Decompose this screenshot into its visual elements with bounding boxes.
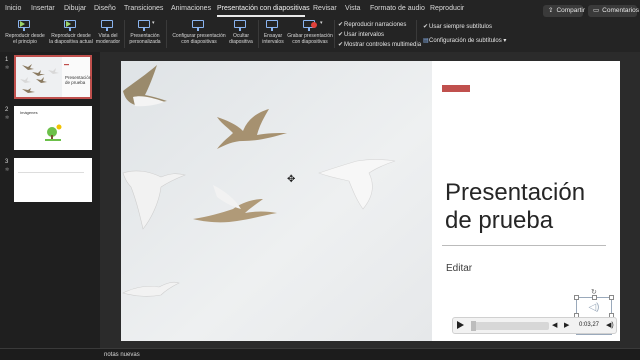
tab-inicio[interactable]: Inicio [5,5,21,12]
play-from-start-label-2: el principio [13,39,37,45]
setup-show-button[interactable]: Configurar presentación con diapositivas [170,18,228,45]
tab-dibujar[interactable]: Dibujar [64,5,86,12]
media-controls: ◀ ▶ 0:03,27 ◀) [452,317,617,334]
rehearse-icon [264,19,282,33]
tab-animaciones[interactable]: Animaciones [171,5,211,12]
share-label: Compartir [556,7,585,14]
presenter-view-button[interactable]: Vista del moderador [94,18,122,45]
ribbon-separator [416,20,417,48]
thumbnail-title: Imágenes [20,110,38,115]
play-from-start-icon [16,19,34,33]
always-subtitles-label: Usar siempre subtítulos [429,24,493,30]
birds-photo [121,61,432,341]
play-from-current-label-2: la diapositiva actual [49,39,93,45]
custom-show-icon: ▾ [136,19,155,33]
slide-title[interactable]: Presentación de prueba [445,179,615,235]
record-button[interactable]: ▾ Grabar presentación con diapositivas [286,18,334,45]
tab-reproducir[interactable]: Reproducir [430,5,464,12]
tab-vista[interactable]: Vista [345,5,360,12]
volume-icon[interactable]: ◀) [606,321,614,329]
tab-insertar[interactable]: Insertar [31,5,55,12]
play-icon[interactable] [457,321,464,329]
ribbon-separator [334,20,335,48]
comments-button[interactable]: ▭ Comentarios [588,5,640,17]
thumb-number-1: 1 [5,57,9,63]
setup-show-icon [190,19,208,33]
presenter-view-label-2: moderador [95,39,121,45]
menu-bar: Inicio Insertar Dibujar Diseño Transicio… [0,0,640,18]
chevron-down-icon: ▾ [503,38,507,44]
active-tab-underline [217,15,305,17]
thumbnail-title-line [18,172,84,173]
show-media-controls-checkbox[interactable]: ✔Mostrar controles multimedia [338,41,421,48]
share-icon: ⇪ [548,7,554,14]
move-cursor-icon: ✥ [287,174,296,185]
media-time: 0:03,27 [579,322,600,328]
resize-handle[interactable] [609,295,614,300]
notes-placeholder: notas nuevas [104,352,140,358]
current-slide[interactable]: Presentación de prueba Editar [121,61,620,341]
use-timings-checkbox[interactable]: ✔Usar intervalos [338,31,384,38]
play-from-current-button[interactable]: Reproducir desde la diapositiva actual [47,18,95,45]
transition-star-icon: ✲ [5,115,10,121]
tab-formato-audio[interactable]: Formato de audio [370,5,425,12]
setup-show-label-2: con diapositivas [181,39,217,45]
slide-title-line-1: Presentación [445,179,586,206]
slide-title-line-2: de prueba [445,207,554,234]
use-timings-label: Usar intervalos [344,32,385,38]
rehearse-label-2: intervalos [262,39,284,45]
presenter-view-icon [99,19,117,33]
subtitle-settings-label: Configuración de subtítulos [429,38,502,44]
resize-handle[interactable] [574,295,579,300]
record-label-2: con diapositivas [292,39,328,45]
thumbnail-slide-1[interactable]: Presentación de prueba [14,55,92,99]
thumbnail-title: Presentación de prueba [65,75,92,85]
tab-transiciones[interactable]: Transiciones [124,5,163,12]
comments-label: Comentarios [602,7,640,14]
thumb-number-2: 2 [5,107,9,113]
skip-forward-icon[interactable]: ▶ [564,321,569,329]
transition-star-icon: ✲ [5,167,10,173]
custom-show-button[interactable]: ▾ Presentación personalizada [126,18,164,45]
comment-icon: ▭ [593,7,600,14]
hide-slide-label-2: diapositiva [229,39,253,45]
rehearse-button[interactable]: Ensayar intervalos [260,18,286,45]
ribbon-separator [258,20,259,48]
custom-show-label-2: personalizada [129,39,161,45]
hide-slide-icon [232,19,250,33]
media-progress-knob[interactable] [471,321,476,331]
accent-bar [442,85,470,92]
transition-star-icon: ✲ [5,65,10,71]
record-icon: ▾ [301,19,323,33]
always-subtitles-checkbox[interactable]: ✔Usar siempre subtítulos [423,23,492,30]
play-narrations-checkbox[interactable]: ✔Reproducir narraciones [338,21,406,28]
play-narrations-label: Reproducir narraciones [344,22,407,28]
speaker-icon: ◁) [588,302,600,313]
play-from-current-icon [62,19,80,33]
ribbon-separator [166,20,167,48]
notes-pane[interactable]: notas nuevas [0,348,640,360]
resize-handle[interactable] [592,295,597,300]
tab-revisar[interactable]: Revisar [313,5,337,12]
thumb-number-3: 3 [5,159,9,165]
thumbnail-slide-3[interactable] [14,158,92,202]
show-media-controls-label: Mostrar controles multimedia [344,42,422,48]
hide-slide-button[interactable]: Ocultar diapositiva [227,18,255,45]
play-from-start-button[interactable]: Reproducir desde el principio [3,18,47,45]
thumbnail-tree-image [45,124,62,141]
tab-diseno[interactable]: Diseño [94,5,116,12]
title-divider [442,245,606,246]
ribbon-separator [124,20,125,48]
thumbnail-slide-2[interactable]: Imágenes [14,106,92,150]
share-button[interactable]: ⇪ Compartir [543,5,585,17]
slide-subtitle[interactable]: Editar [446,263,472,274]
subtitle-settings-button[interactable]: ▤Configuración de subtítulos ▾ [423,37,506,44]
tab-presentacion[interactable]: Presentación con diapositivas [217,5,310,12]
ribbon: Reproducir desde el principio Reproducir… [0,18,640,52]
media-progress-bar[interactable] [471,322,549,330]
skip-back-icon[interactable]: ◀ [552,321,557,329]
